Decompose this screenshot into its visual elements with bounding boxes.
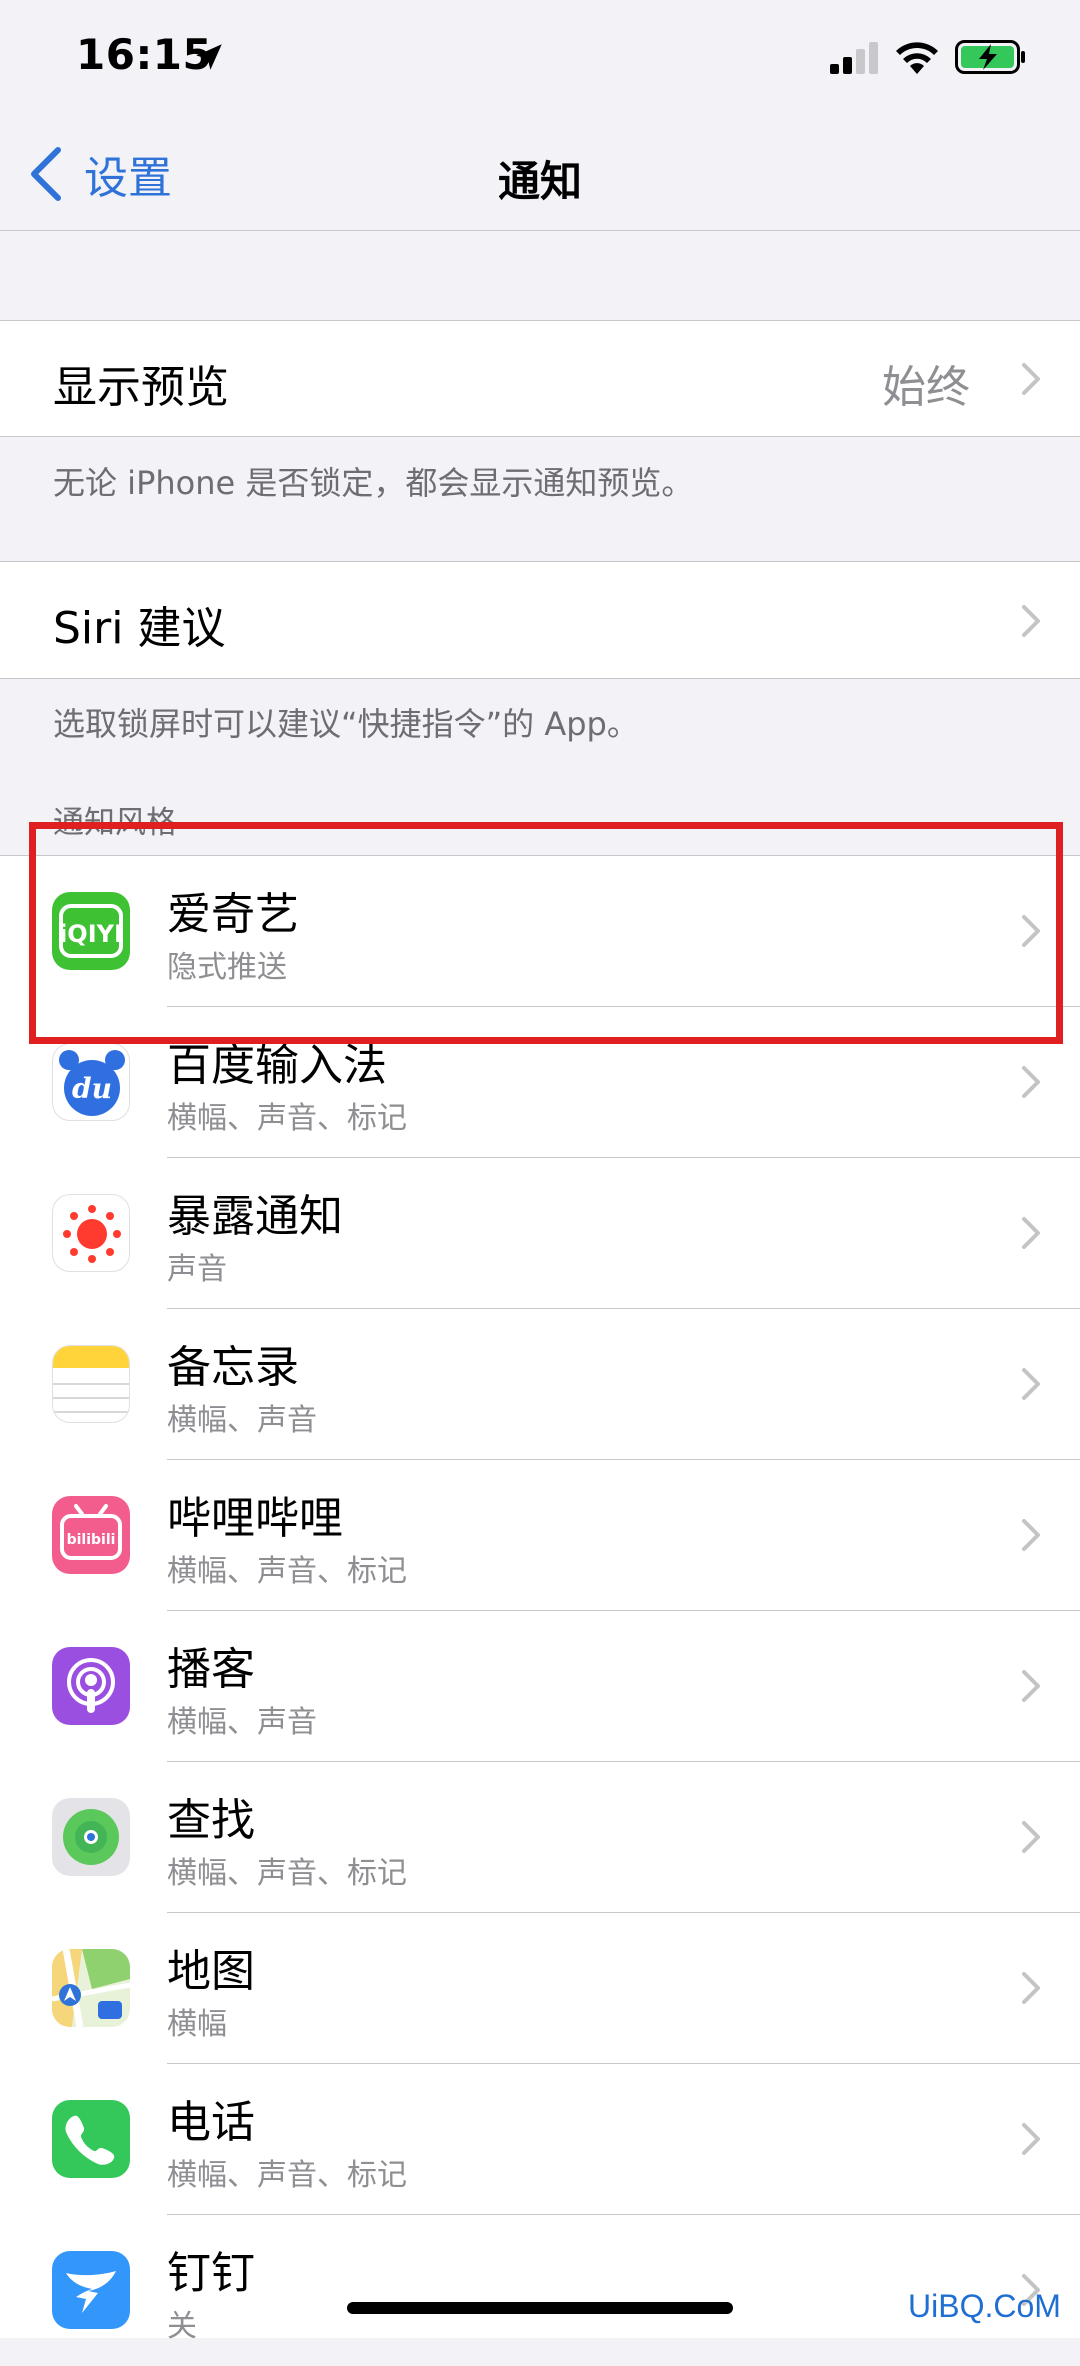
highlight-box xyxy=(29,822,1063,1044)
svg-text:du: du xyxy=(72,1072,112,1105)
baidu-input-icon: du xyxy=(52,1043,130,1121)
list-item[interactable]: 查找 横幅、声音、标记 xyxy=(0,1762,1080,1913)
chevron-right-icon xyxy=(1022,1217,1040,1249)
app-notification-style: 横幅、声音、标记 xyxy=(167,1554,407,1589)
siri-suggestions-cell[interactable]: Siri 建议 xyxy=(0,561,1080,679)
exposure-notification-icon xyxy=(52,1194,130,1272)
app-name: 备忘录 xyxy=(167,1342,299,1393)
siri-suggestions-footer: 选取锁屏时可以建议“快捷指令”的 App。 xyxy=(53,705,639,743)
show-preview-label: 显示预览 xyxy=(53,362,229,413)
app-notification-style: 横幅 xyxy=(167,2007,227,2042)
battery-charging-icon xyxy=(955,40,1025,74)
chevron-right-icon xyxy=(1022,363,1040,395)
watermark: UiBQ.CoM xyxy=(908,2288,1061,2324)
app-name: 播客 xyxy=(167,1644,255,1695)
app-name: 地图 xyxy=(167,1946,255,1997)
app-notification-style: 横幅、声音、标记 xyxy=(167,1101,407,1136)
wifi-icon xyxy=(896,42,938,74)
app-name: 哔哩哔哩 xyxy=(167,1493,343,1544)
dingtalk-icon xyxy=(52,2251,130,2329)
notes-icon xyxy=(52,1345,130,1423)
podcasts-icon xyxy=(52,1647,130,1725)
maps-icon xyxy=(52,1949,130,2027)
app-notification-list: iQIYI 爱奇艺 隐式推送 du 百度输入法 横幅、声音、标记 暴露通知 声音… xyxy=(0,855,1080,2344)
chevron-right-icon xyxy=(1022,1972,1040,2004)
app-notification-style: 横幅、声音、标记 xyxy=(167,1856,407,1891)
app-name: 钉钉 xyxy=(167,2248,255,2299)
app-name: 查找 xyxy=(167,1795,255,1846)
home-indicator[interactable] xyxy=(347,2302,733,2314)
chevron-right-icon xyxy=(1022,605,1040,637)
cellular-signal-icon xyxy=(830,42,878,74)
show-preview-cell[interactable]: 显示预览 始终 xyxy=(0,320,1080,437)
chevron-right-icon xyxy=(1022,1821,1040,1853)
list-item[interactable]: 暴露通知 声音 xyxy=(0,1158,1080,1309)
list-item[interactable]: 电话 横幅、声音、标记 xyxy=(0,2064,1080,2215)
chevron-right-icon xyxy=(1022,1066,1040,1098)
show-preview-footer: 无论 iPhone 是否锁定，都会显示通知预览。 xyxy=(53,464,694,502)
navigation-bar: 设置 通知 xyxy=(0,120,1080,231)
svg-text:bilibili: bilibili xyxy=(67,1532,116,1548)
phone-icon xyxy=(52,2100,130,2178)
list-item[interactable]: 播客 横幅、声音 xyxy=(0,1611,1080,1762)
app-notification-style: 关 xyxy=(167,2309,197,2344)
app-notification-style: 声音 xyxy=(167,1252,227,1287)
app-notification-style: 横幅、声音、标记 xyxy=(167,2158,407,2193)
list-item[interactable]: 备忘录 横幅、声音 xyxy=(0,1309,1080,1460)
status-bar: 16:15 xyxy=(0,0,1080,120)
app-notification-style: 横幅、声音 xyxy=(167,1403,317,1438)
chevron-right-icon xyxy=(1022,1368,1040,1400)
app-notification-style: 横幅、声音 xyxy=(167,1705,317,1740)
find-my-icon xyxy=(52,1798,130,1876)
list-item[interactable]: bilibili 哔哩哔哩 横幅、声音、标记 xyxy=(0,1460,1080,1611)
app-name: 暴露通知 xyxy=(167,1191,343,1242)
list-item[interactable]: 地图 横幅 xyxy=(0,1913,1080,2064)
location-arrow-icon xyxy=(196,44,222,70)
chevron-right-icon xyxy=(1022,1670,1040,1702)
app-name: 电话 xyxy=(167,2097,255,2148)
chevron-right-icon xyxy=(1022,2123,1040,2155)
siri-suggestions-label: Siri 建议 xyxy=(53,603,226,654)
show-preview-value: 始终 xyxy=(882,362,970,413)
bilibili-icon: bilibili xyxy=(52,1496,130,1574)
chevron-right-icon xyxy=(1022,1519,1040,1551)
page-title: 通知 xyxy=(497,157,582,206)
